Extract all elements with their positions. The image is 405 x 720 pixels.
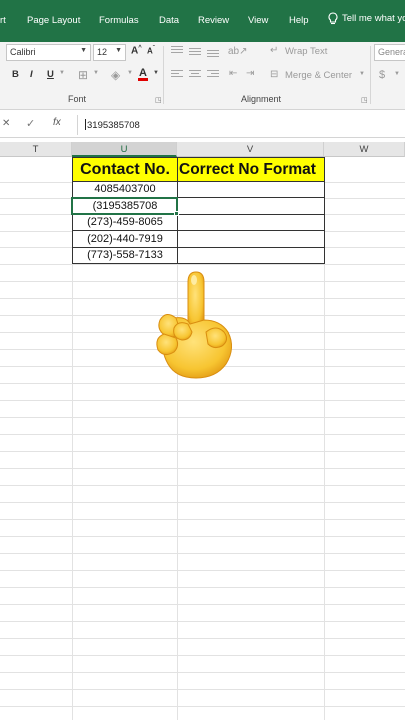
active-cell-outline — [71, 197, 178, 215]
decrease-indent-icon[interactable]: ⇤ — [229, 68, 237, 79]
merge-center-button[interactable]: Merge & Center — [285, 70, 352, 81]
ribbon-tab-bar: rt Page Layout Formulas Data Review View… — [0, 0, 405, 42]
middle-align-icon[interactable] — [189, 48, 201, 57]
column-header-V[interactable]: V — [177, 142, 324, 157]
orientation-icon[interactable]: ab↗ — [228, 46, 248, 57]
tell-me-search[interactable]: Tell me what yo — [328, 12, 405, 25]
contact-cell[interactable]: (273)-459-8065 — [73, 216, 177, 228]
chevron-down-icon: ▼ — [80, 47, 87, 54]
wrap-text-button[interactable]: Wrap Text — [285, 46, 327, 57]
borders-icon[interactable]: ⊞ — [78, 68, 88, 82]
font-group-label: Font — [68, 94, 87, 104]
contact-header-cell[interactable]: Contact No. — [72, 157, 178, 182]
align-center-icon[interactable] — [189, 70, 201, 79]
correct-column-block — [177, 181, 325, 264]
font-color-button[interactable]: A — [138, 68, 148, 81]
group-divider — [370, 46, 371, 104]
shrink-font-button[interactable]: Aˇ — [147, 46, 155, 56]
align-right-icon[interactable] — [207, 70, 219, 79]
grow-font-button[interactable]: A^ — [131, 45, 142, 56]
font-size-select[interactable]: 12 ▼ — [93, 44, 126, 61]
formula-input[interactable]: 3195385708 — [85, 119, 140, 131]
formula-divider — [77, 115, 78, 135]
dialog-launcher-icon[interactable]: ◳ — [361, 96, 368, 104]
chevron-down-icon[interactable]: ▼ — [59, 70, 65, 76]
chevron-down-icon[interactable]: ▼ — [153, 70, 159, 76]
tab-page-layout[interactable]: Page Layout — [27, 15, 80, 26]
tab-view[interactable]: View — [248, 15, 268, 26]
alignment-group-label: Alignment — [241, 94, 282, 104]
increase-indent-icon[interactable]: ⇥ — [246, 68, 254, 79]
font-name-value: Calibri — [10, 47, 36, 57]
align-left-icon[interactable] — [171, 70, 183, 79]
tab-data[interactable]: Data — [159, 15, 179, 26]
text-cursor — [85, 119, 86, 130]
fill-handle[interactable] — [174, 211, 179, 216]
underline-button[interactable]: U — [47, 69, 54, 80]
italic-button[interactable]: I — [30, 69, 33, 80]
chevron-down-icon: ▼ — [115, 47, 122, 54]
column-header-W[interactable]: W — [324, 142, 405, 157]
formula-value: 3195385708 — [87, 120, 140, 131]
formula-bar: ✕ ✓ fx 3195385708 — [0, 112, 405, 138]
merge-icon: ⊟ — [270, 69, 279, 80]
bottom-align-icon[interactable] — [207, 50, 219, 59]
pointing-hand-icon — [156, 271, 232, 379]
insert-function-icon[interactable]: fx — [53, 117, 61, 128]
number-format-value: Genera — [378, 47, 405, 57]
ribbon-home: Calibri ▼ 12 ▼ A^ Aˇ B I U ▼ ⊞ ▼ ◈ ▼ A ▼… — [0, 42, 405, 110]
font-size-value: 12 — [97, 47, 108, 57]
chevron-down-icon[interactable]: ▼ — [359, 71, 365, 77]
enter-icon[interactable]: ✓ — [26, 117, 35, 130]
chevron-down-icon[interactable]: ▼ — [127, 70, 133, 76]
number-format-select[interactable]: Genera — [374, 44, 405, 61]
correct-format-header-cell[interactable]: Correct No Format — [177, 157, 325, 182]
tab-formulas[interactable]: Formulas — [99, 15, 139, 26]
currency-button[interactable]: $ — [379, 69, 385, 81]
fill-color-icon[interactable]: ◈ — [111, 68, 120, 82]
dialog-launcher-icon[interactable]: ◳ — [155, 96, 162, 104]
bold-button[interactable]: B — [12, 69, 19, 80]
column-header-U[interactable]: U — [72, 142, 177, 157]
wrap-text-icon: ↵ — [270, 45, 279, 56]
contact-cell[interactable]: 4085403700 — [73, 183, 177, 195]
chevron-down-icon[interactable]: ▼ — [394, 71, 400, 77]
top-align-icon[interactable] — [171, 46, 183, 55]
tab-review[interactable]: Review — [198, 15, 229, 26]
contact-cell[interactable]: (773)-558-7133 — [73, 249, 177, 261]
lightbulb-icon — [328, 12, 338, 25]
cancel-icon[interactable]: ✕ — [2, 118, 10, 129]
tab-help[interactable]: Help — [289, 15, 309, 26]
contact-cell[interactable]: (202)-440-7919 — [73, 233, 177, 245]
tell-me-text: Tell me what yo — [342, 13, 405, 24]
font-name-select[interactable]: Calibri ▼ — [6, 44, 91, 61]
tab-insert[interactable]: rt — [0, 15, 6, 26]
group-divider — [163, 46, 164, 104]
column-header-T[interactable]: T — [0, 142, 72, 157]
chevron-down-icon[interactable]: ▼ — [93, 70, 99, 76]
